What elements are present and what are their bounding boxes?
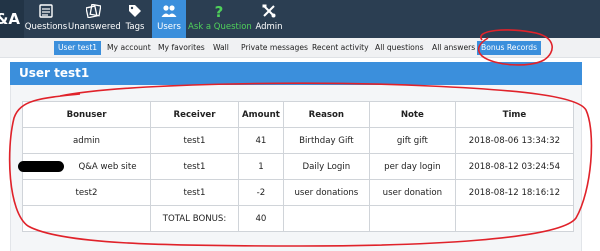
cell-bonuser: admin — [22, 127, 151, 154]
ask-question-icon: ? — [188, 4, 250, 19]
cell-reason: Daily Login — [282, 153, 370, 180]
nav-admin-label: Admin — [255, 22, 283, 32]
subnav-my-account[interactable]: My account — [103, 41, 155, 55]
nav-ask-question[interactable]: ? Ask a Question — [188, 0, 252, 38]
cell-time: 2018-08-06 13:34:32 — [454, 127, 575, 154]
nav-users[interactable]: Users — [152, 0, 186, 38]
cell-bonuser: test2 — [22, 179, 151, 206]
cell-time: 2018-08-12 03:24:54 — [454, 153, 575, 180]
nav-unanswered[interactable]: Unanswered — [68, 0, 121, 38]
cell-amount: -2 — [238, 179, 284, 206]
cell-amount: 41 — [238, 127, 284, 154]
nav-questions-label: Questions — [24, 22, 68, 32]
unanswered-icon — [68, 4, 118, 19]
cell-note: user donation — [368, 179, 456, 206]
cell-time: 2018-08-12 18:16:12 — [454, 179, 575, 206]
cell-reason: user donations — [282, 179, 370, 206]
nav-tags-label: Tags — [125, 22, 145, 32]
col-bonuser: Bonuser — [22, 101, 151, 128]
questions-icon — [24, 4, 68, 19]
nav-tags[interactable]: Tags — [118, 0, 152, 38]
subnav-wall[interactable]: Wall — [209, 41, 233, 55]
table-row: Q&A web site test1 1 Daily Login per day… — [18, 153, 575, 180]
subnav-recent-activity[interactable]: Recent activity — [308, 41, 373, 55]
site-logo[interactable]: &A — [0, 0, 24, 38]
table-row: test2 test1 -2 user donations user donat… — [22, 179, 575, 206]
subnav-my-favorites[interactable]: My favorites — [154, 41, 209, 55]
nav-admin[interactable]: Admin — [252, 0, 286, 38]
nav-users-label: Users — [157, 22, 181, 32]
col-receiver: Receiver — [150, 101, 239, 128]
col-amount: Amount — [238, 101, 284, 128]
cell-note: gift gift — [368, 127, 456, 154]
subnav-private-messages[interactable]: Private messages — [237, 41, 312, 55]
bonus-records-table: Bonuser Receiver Amount Reason Note Time… — [18, 101, 575, 232]
col-time: Time — [454, 101, 575, 128]
table-header-row: Bonuser Receiver Amount Reason Note Time — [22, 101, 575, 128]
subnav-bonus-records[interactable]: Bonus Records — [477, 41, 542, 55]
redaction-mark — [18, 161, 65, 172]
nav-questions[interactable]: Questions — [24, 0, 68, 38]
user-subnav: User test1 My account My favorites Wall … — [0, 38, 600, 58]
cell-receiver: test1 — [150, 153, 239, 180]
cell-empty — [282, 205, 370, 232]
cell-empty — [454, 205, 575, 232]
cell-note: per day login — [368, 153, 456, 180]
page-title: User test1 — [19, 66, 90, 80]
subnav-all-questions[interactable]: All questions — [371, 41, 428, 55]
table-total-row: TOTAL BONUS: 40 — [22, 205, 575, 232]
top-navbar: &A Questions Unanswered Tags Users ? Ask… — [0, 0, 600, 38]
col-note: Note — [368, 101, 456, 128]
cell-bonuser: Q&A web site — [18, 153, 151, 180]
cell-receiver: test1 — [150, 179, 239, 206]
cell-empty — [22, 205, 151, 232]
svg-text:?: ? — [215, 4, 224, 19]
col-reason: Reason — [282, 101, 370, 128]
admin-icon — [252, 4, 286, 19]
tags-icon — [118, 4, 152, 19]
nav-ask-question-label: Ask a Question — [188, 22, 252, 32]
subnav-user-test1[interactable]: User test1 — [54, 41, 102, 55]
cell-amount: 1 — [238, 153, 284, 180]
page-header: User test1 — [10, 62, 582, 85]
total-value: 40 — [238, 205, 284, 232]
nav-unanswered-label: Unanswered — [68, 22, 121, 32]
users-icon — [152, 4, 186, 19]
cell-bonuser-text: Q&A web site — [78, 162, 137, 172]
cell-receiver: test1 — [150, 127, 239, 154]
subnav-all-answers[interactable]: All answers — [428, 41, 479, 55]
cell-empty — [368, 205, 456, 232]
cell-reason: Birthday Gift — [282, 127, 370, 154]
table-row: admin test1 41 Birthday Gift gift gift 2… — [22, 127, 575, 154]
total-label: TOTAL BONUS: — [150, 205, 239, 232]
